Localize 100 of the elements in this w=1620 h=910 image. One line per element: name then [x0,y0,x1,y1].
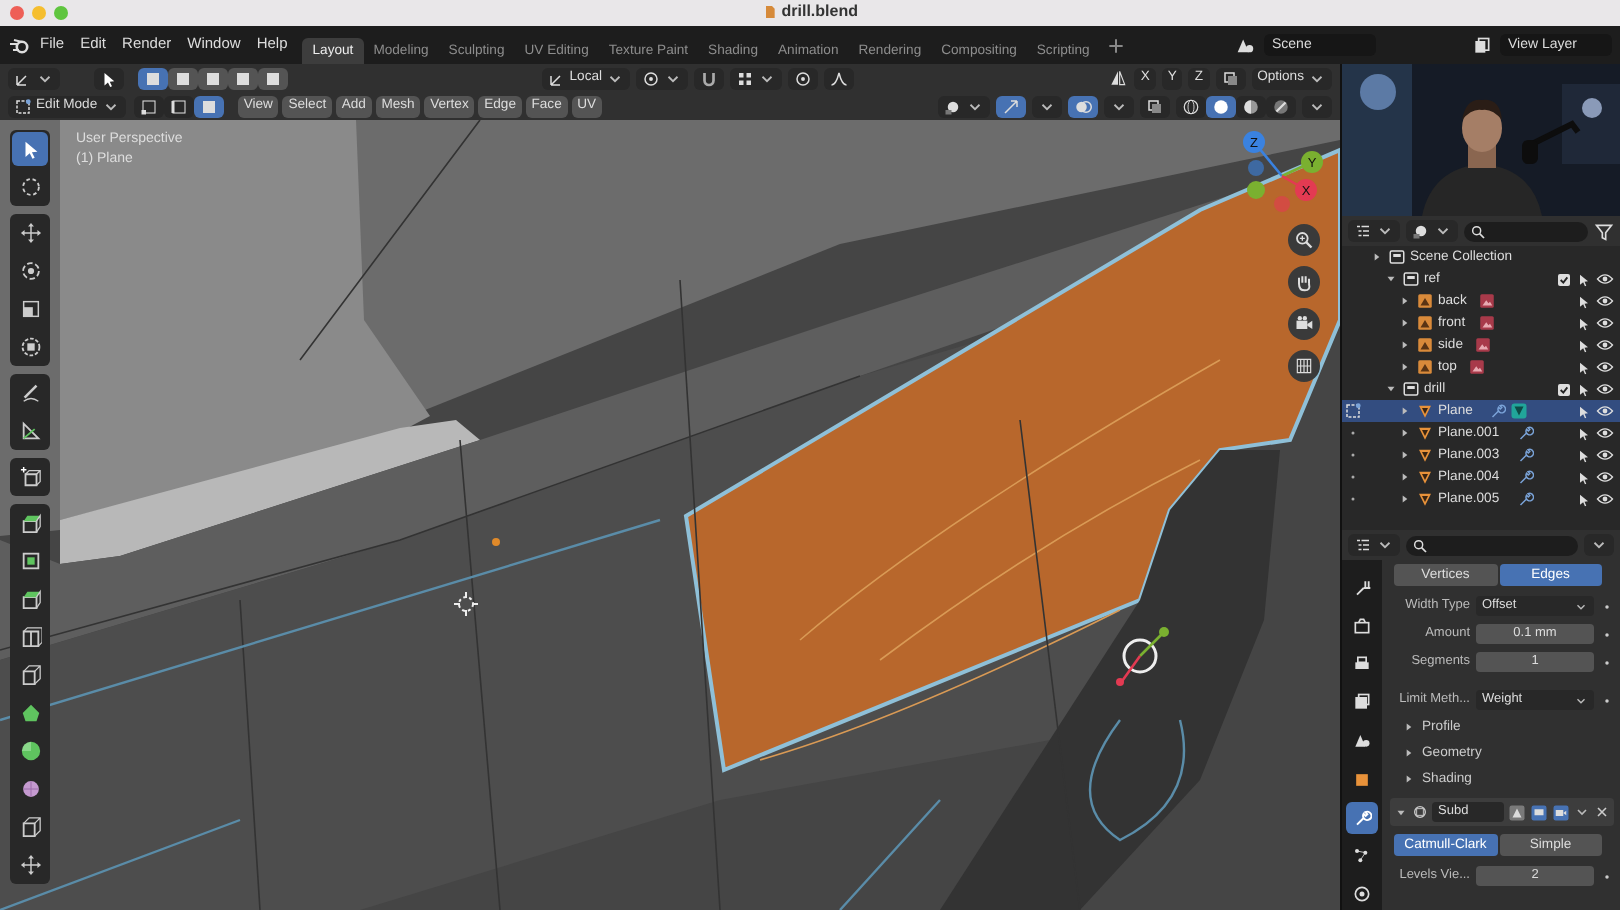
snap-target-dropdown[interactable] [730,67,783,89]
eye-icon[interactable] [1596,292,1614,310]
display-mode-button[interactable] [1348,220,1400,242]
keyframe-dot-icon[interactable] [1600,627,1614,641]
editor-type-button[interactable] [1348,534,1400,556]
spin-icon [19,740,41,762]
shading-dropdown[interactable] [1302,95,1332,117]
caret-icon [1376,536,1394,554]
selection-mode-button[interactable] [197,67,227,89]
caret-icon [1590,536,1608,554]
eye-icon[interactable] [1596,468,1614,486]
search-icon [1470,223,1486,239]
select-mode-button[interactable] [194,95,225,117]
options-button[interactable] [1584,534,1614,556]
keyframe-dot-icon[interactable] [1600,693,1614,707]
hand-icon[interactable] [1294,272,1314,292]
mirror-icon[interactable] [1108,68,1129,88]
empty-image-icon [1416,358,1434,376]
shading-button[interactable] [1236,95,1266,117]
eye-icon[interactable] [1596,270,1614,288]
disclosure-triangle-icon[interactable] [1370,250,1384,264]
eye-icon[interactable] [1596,402,1614,420]
layers-icon[interactable] [1472,35,1492,55]
disclosure-triangle-icon[interactable] [1394,805,1408,819]
inset-square-icon [19,550,41,572]
selection-mode-button[interactable] [137,67,167,89]
triangle-icon [1416,468,1434,486]
checkbox-icon[interactable] [1556,271,1572,287]
x-ray-icon [1146,97,1164,115]
filter-icon[interactable] [1594,221,1614,241]
eye-icon[interactable] [1596,424,1614,442]
keyframe-dot-icon[interactable] [1600,869,1614,883]
eye-icon[interactable] [1596,336,1614,354]
shading-button[interactable] [1266,95,1296,117]
caret-icon[interactable] [1574,804,1590,820]
monitor-icon[interactable] [1530,803,1548,821]
select-mode-button[interactable] [164,95,195,117]
shading-button[interactable] [1176,95,1206,117]
filter-button[interactable] [1406,220,1458,242]
caret-icon [1376,222,1394,240]
uv-sync-button[interactable] [1215,67,1246,89]
keyframe-dot-icon[interactable] [1600,655,1614,669]
edit-cage-icon[interactable] [1508,803,1526,821]
select-mode-button[interactable] [134,95,165,117]
mesh-overlay-button[interactable] [1140,95,1170,117]
cube-icon [19,588,41,610]
collection-icon [1402,380,1420,398]
zoom-icon[interactable] [1294,230,1314,250]
eye-icon[interactable] [1596,490,1614,508]
dashed-circle-icon [19,176,41,198]
orientation-button[interactable] [8,67,60,89]
eye-icon[interactable] [1596,446,1614,464]
empty-image-icon [1416,314,1434,332]
screwdriver-icon [1352,578,1372,599]
disclosure-triangle-icon[interactable] [1384,272,1398,286]
3d-cursor-icon[interactable] [454,592,478,616]
close-icon[interactable] [1594,804,1610,820]
selection-mode-button[interactable] [227,67,257,89]
vertex-dot [492,538,500,546]
checkbox-icon[interactable] [1556,381,1572,397]
proportional-button[interactable] [788,67,819,89]
disclosure-triangle-icon[interactable] [1384,382,1398,396]
selection-mode-button[interactable] [257,67,287,89]
list-icon [1354,536,1372,554]
empty-image-icon [1416,292,1434,310]
pivot-icon [642,69,661,87]
gizmo-toggle[interactable] [996,95,1026,117]
eye-icon[interactable] [1596,358,1614,376]
cone-sphere-icon[interactable] [1234,34,1256,56]
snap-button[interactable] [694,67,725,89]
grid-icon[interactable] [1294,356,1314,376]
select-box-tool[interactable] [94,67,124,89]
overlay-toggle[interactable] [1068,95,1098,117]
subdivision-icon [1412,804,1428,820]
search-field[interactable] [1406,535,1578,555]
close-button[interactable] [10,6,24,20]
transform-gizmo[interactable] [1112,624,1172,688]
overlay-dropdown[interactable] [1104,95,1134,117]
eye-icon[interactable] [1596,314,1614,332]
shading-button[interactable] [1206,95,1236,117]
picture-thumbnail-icon [1474,336,1493,354]
pivot-dropdown[interactable] [636,67,689,89]
tool-button[interactable] [12,132,48,166]
wrench-icon [1488,402,1507,420]
camera-icon[interactable] [1294,314,1314,334]
selection-mode-button[interactable] [167,67,197,89]
scale-icon [19,298,41,320]
camera-icon[interactable] [1552,803,1570,821]
image-stack-icon [1352,692,1372,713]
visibility-dropdown[interactable] [938,95,990,117]
falloff-button[interactable] [824,67,855,89]
caret-icon [1434,222,1452,240]
eye-icon[interactable] [1596,380,1614,398]
gizmo-dropdown[interactable] [1032,95,1062,117]
pivot-icon [794,69,813,87]
keyframe-dot-icon[interactable] [1600,599,1614,613]
search-field[interactable] [1464,221,1588,241]
properties-tab[interactable] [1346,801,1378,834]
cube-icon [19,664,41,686]
plus-icon[interactable] [1105,35,1126,55]
